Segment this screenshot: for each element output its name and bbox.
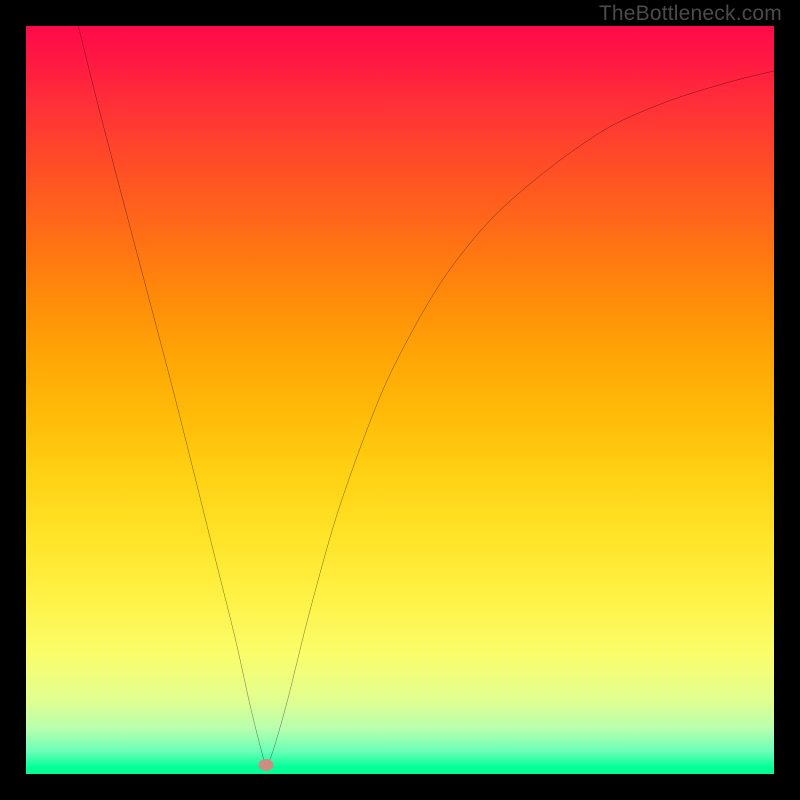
plot-frame xyxy=(24,24,776,776)
bottleneck-curve xyxy=(26,26,774,774)
watermark-text: TheBottleneck.com xyxy=(599,2,782,26)
plot-area xyxy=(26,26,774,774)
optimal-point-marker xyxy=(259,759,274,771)
